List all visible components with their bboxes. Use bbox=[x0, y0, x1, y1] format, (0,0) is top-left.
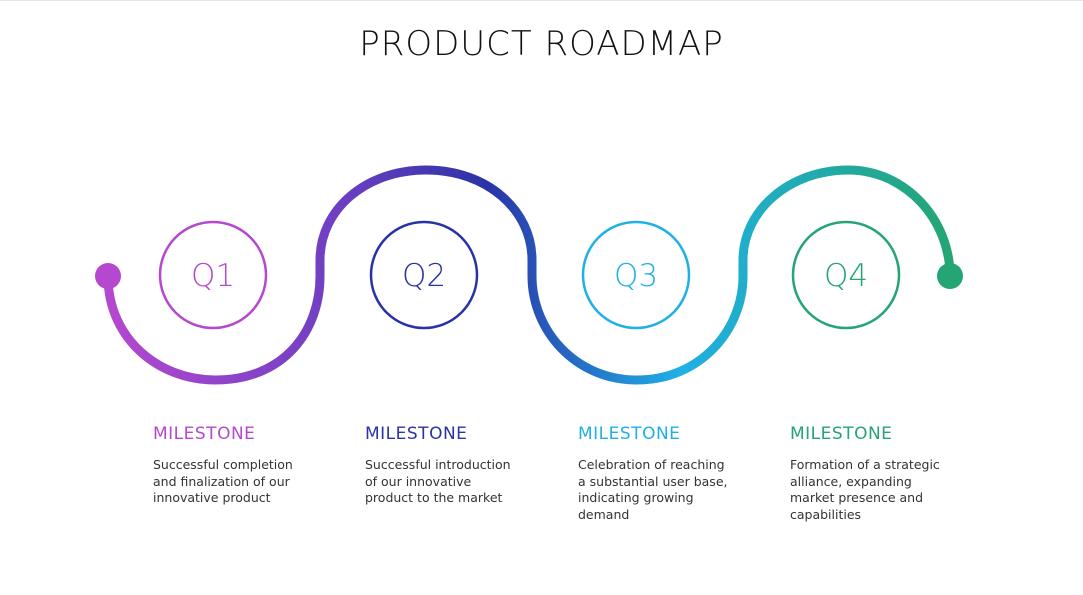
milestone-q3: MILESTONE Celebration of reaching a subs… bbox=[578, 424, 768, 523]
quarter-label: Q1 bbox=[191, 258, 235, 294]
milestone-title: MILESTONE bbox=[365, 424, 468, 444]
milestone-title: MILESTONE bbox=[153, 424, 256, 444]
quarter-node-q3: Q3 bbox=[581, 220, 691, 330]
quarter-node-q4: Q4 bbox=[791, 220, 901, 330]
milestone-description: Formation of a strategic alliance, expan… bbox=[790, 457, 940, 522]
quarter-node-q2: Q2 bbox=[369, 220, 479, 330]
milestone-q2: MILESTONE Successful introduction of our… bbox=[365, 424, 555, 507]
milestone-q4: MILESTONE Formation of a strategic allia… bbox=[790, 424, 980, 523]
milestone-description: Successful introduction of our innovativ… bbox=[365, 457, 511, 505]
quarter-label: Q4 bbox=[824, 258, 868, 294]
quarter-label: Q3 bbox=[614, 258, 658, 294]
timeline-end-dot bbox=[937, 263, 963, 289]
quarter-node-q1: Q1 bbox=[158, 220, 268, 330]
milestone-title: MILESTONE bbox=[578, 424, 681, 444]
milestone-q1: MILESTONE Successful completion and fina… bbox=[153, 424, 343, 507]
timeline-start-dot bbox=[95, 263, 121, 289]
roadmap-slide: PRODUCT ROADMAP Q1 Q2 Q3 Q4 MILESTONE Su… bbox=[0, 0, 1083, 595]
milestone-description: Successful completion and finalization o… bbox=[153, 457, 293, 505]
quarter-label: Q2 bbox=[402, 258, 446, 294]
milestone-description: Celebration of reaching a substantial us… bbox=[578, 457, 728, 522]
milestone-title: MILESTONE bbox=[790, 424, 893, 444]
